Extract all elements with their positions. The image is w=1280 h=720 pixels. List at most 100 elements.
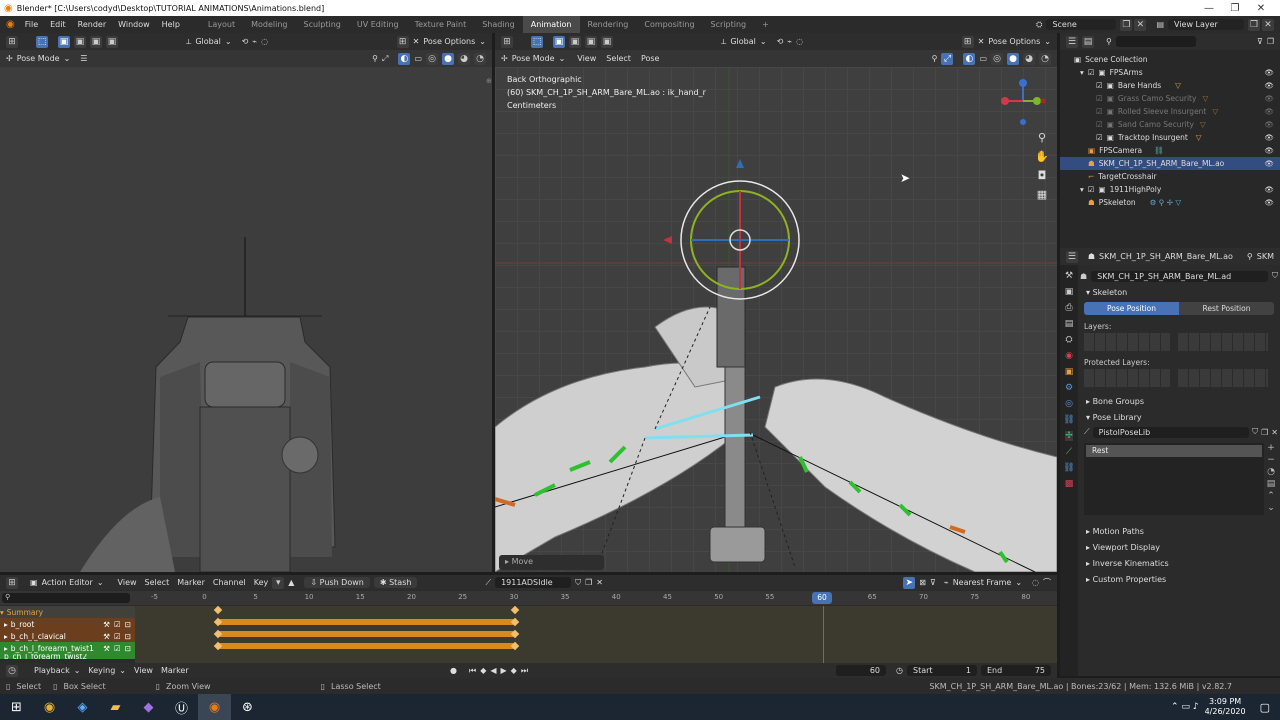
armature-data-tab-icon[interactable]: ✢ — [1065, 431, 1073, 441]
only-selected-icon[interactable]: ➤ — [903, 576, 916, 589]
outliner-row-fpscamera[interactable]: ▣ FPSCamera ⛓ 👁 — [1060, 144, 1280, 157]
checkbox-icon[interactable]: ☑ — [114, 620, 121, 629]
texture-tab-icon[interactable]: ▩ — [1065, 479, 1074, 489]
notification-icon[interactable]: ▢ — [1260, 701, 1270, 714]
pose-options-dropdown[interactable]: Pose Options — [988, 37, 1040, 46]
play-reverse-icon[interactable]: ◀ — [490, 666, 496, 675]
hamburger-menu-icon[interactable]: ☰ — [80, 54, 87, 63]
fake-user-shield-icon[interactable]: ⛉ — [1252, 427, 1258, 437]
fake-user-shield-icon[interactable]: ⛉ — [1272, 271, 1278, 281]
outliner-row-grass-camo[interactable]: ☑ ▣ Grass Camo Security ▽ 👁 — [1060, 92, 1280, 105]
menu-view[interactable]: View — [577, 54, 596, 63]
close-icon[interactable]: ✕ — [413, 37, 420, 46]
lock-icon[interactable]: ⊡ — [125, 632, 131, 641]
bone-tab-icon[interactable]: ⟋ — [1066, 447, 1072, 457]
keyframe-diamond[interactable] — [213, 605, 223, 615]
workspace-tab-layout[interactable]: Layout — [200, 16, 243, 33]
apply-pose-icon[interactable]: ◔ — [1267, 467, 1275, 477]
display-mode-icon[interactable]: ▤ — [1082, 35, 1094, 48]
bone-constraint-tab-icon[interactable]: ⛓ — [1063, 463, 1074, 473]
select-mode-subtract-icon[interactable]: ▣ — [585, 35, 597, 48]
pose-list-item[interactable]: Rest — [1086, 445, 1262, 457]
new-collection-icon[interactable]: ❐ — [1267, 37, 1274, 46]
protected-layers-grid[interactable] — [1080, 369, 1278, 387]
fake-user-shield-icon[interactable]: ⛉ — [575, 578, 581, 588]
menu-window[interactable]: Window — [112, 20, 156, 29]
render-tab-icon[interactable]: ▣ — [1065, 287, 1074, 297]
material-shading-icon[interactable]: ◕ — [1023, 52, 1035, 65]
app-blue-icon[interactable]: ◈ — [66, 694, 99, 720]
proportional-icon[interactable]: ◌ — [796, 37, 803, 46]
menu-select[interactable]: Select — [606, 54, 631, 63]
gizmo-toggle-icon[interactable]: ⤢ — [382, 54, 388, 64]
stash-button[interactable]: ✱ Stash — [373, 577, 418, 588]
visual-studio-icon[interactable]: ◆ — [132, 694, 165, 720]
pose-position-button[interactable]: Pose Position — [1084, 302, 1179, 315]
duplicate-icon[interactable]: ❐ — [1261, 428, 1268, 437]
action-name-field[interactable]: 1911ADSIdle — [495, 577, 572, 588]
right-viewport-canvas[interactable]: Back Orthographic (60) SKM_CH_1P_SH_ARM_… — [495, 67, 1057, 572]
menu-view[interactable]: View — [134, 666, 153, 675]
view-layer-selector[interactable]: View Layer — [1168, 19, 1244, 30]
tool-tab-icon[interactable]: ⚒ — [1065, 271, 1073, 281]
next-keyframe-icon[interactable]: ◆ — [511, 666, 517, 675]
show-gizmo-icon[interactable]: ⊞ — [961, 35, 974, 48]
keyframe-diamond[interactable] — [510, 605, 520, 615]
checkbox-icon[interactable]: ☑ — [1096, 133, 1103, 142]
add-workspace-icon[interactable]: + — [754, 16, 777, 33]
editor-type-icon[interactable]: ☰ — [1066, 250, 1078, 263]
view-layer-tab-icon[interactable]: ▤ — [1065, 319, 1074, 329]
pose-options-dropdown[interactable]: Pose Options — [423, 37, 475, 46]
outliner-row-sand-camo[interactable]: ☑ ▣ Sand Camo Security ▽ 👁 — [1060, 118, 1280, 131]
layers-grid[interactable] — [1080, 333, 1278, 351]
remove-pose-icon[interactable]: − — [1267, 455, 1275, 465]
outliner-row-1911highpoly[interactable]: ▾ ☑ ▣ 1911HighPoly 👁 — [1060, 183, 1280, 196]
visibility-eye-icon[interactable]: 👁 — [1264, 68, 1274, 77]
menu-view[interactable]: View — [118, 578, 137, 587]
orientation-dropdown[interactable]: Global — [195, 37, 221, 46]
visibility-eye-icon[interactable]: 👁 — [1264, 107, 1274, 116]
orientation-icon[interactable]: ⟂ — [186, 37, 191, 47]
constraint-tab-icon[interactable]: ⛓ — [1063, 415, 1074, 425]
close-icon[interactable]: ✕ — [978, 37, 985, 46]
solid-shading-icon[interactable]: ● — [442, 52, 454, 65]
xray-icon[interactable]: ▭ — [979, 54, 987, 63]
menu-render[interactable]: Render — [72, 20, 112, 29]
checkbox-icon[interactable]: ☑ — [114, 632, 121, 641]
start-frame-field[interactable]: Start 1 — [907, 665, 977, 676]
windows-start-icon[interactable]: ⊞ — [0, 694, 33, 720]
workspace-tab-animation[interactable]: Animation — [522, 16, 580, 33]
push-down-button[interactable]: ⇩ Push Down — [304, 577, 370, 588]
lock-icon[interactable]: ⊡ — [125, 644, 131, 653]
orientation-dropdown[interactable]: Global — [730, 37, 756, 46]
overlay-icon[interactable]: ◐ — [398, 52, 411, 65]
output-tab-icon[interactable]: ⎙ — [1065, 303, 1072, 313]
filter-icon[interactable]: ⊽ — [930, 578, 936, 587]
workspace-tab-scripting[interactable]: Scripting — [703, 16, 755, 33]
visibility-eye-icon[interactable]: 👁 — [1264, 159, 1274, 168]
proportional-icon[interactable]: ◌ — [261, 37, 268, 46]
dopesheet-area[interactable]: ▾ Summary ▸ b_root ⚒ ☑ ⊡ ▸ b_ch_l_clavical ⚒… — [0, 605, 1057, 663]
editor-type-icon[interactable]: ⊞ — [6, 576, 18, 589]
snap-icon[interactable]: ⌁ — [944, 578, 949, 587]
outliner-row-scene-collection[interactable]: ▣ Scene Collection — [1060, 53, 1280, 66]
proportional-icon[interactable]: ◌ — [1032, 578, 1039, 587]
close-icon[interactable]: ✕ — [1248, 3, 1274, 14]
view-layer-icon[interactable]: ▤ — [1156, 20, 1164, 29]
select-mode-subtract-icon[interactable]: ▣ — [90, 35, 102, 48]
outliner-search-input[interactable] — [1115, 36, 1196, 47]
mode-dropdown[interactable]: Action Editor — [42, 578, 93, 587]
wrench-icon[interactable]: ⚒ — [103, 644, 110, 653]
delete-view-layer-icon[interactable]: ✕ — [1262, 18, 1274, 31]
chrome-icon[interactable]: ◉ — [33, 694, 66, 720]
pivot-icon[interactable]: ⟲ — [242, 37, 249, 46]
workspace-tab-compositing[interactable]: Compositing — [636, 16, 702, 33]
material-shading-icon[interactable]: ◕ — [458, 52, 470, 65]
wrench-icon[interactable]: ⚒ — [103, 620, 110, 629]
zoom-icon[interactable]: ⚲ — [1038, 131, 1046, 144]
editor-type-icon[interactable]: ⊞ — [6, 35, 18, 48]
current-frame-indicator[interactable]: 60 — [812, 592, 832, 604]
workspace-tab-modeling[interactable]: Modeling — [243, 16, 295, 33]
motion-paths-panel-header[interactable]: ▸ Motion Paths — [1080, 523, 1278, 539]
visibility-eye-icon[interactable]: 👁 — [1264, 133, 1274, 142]
